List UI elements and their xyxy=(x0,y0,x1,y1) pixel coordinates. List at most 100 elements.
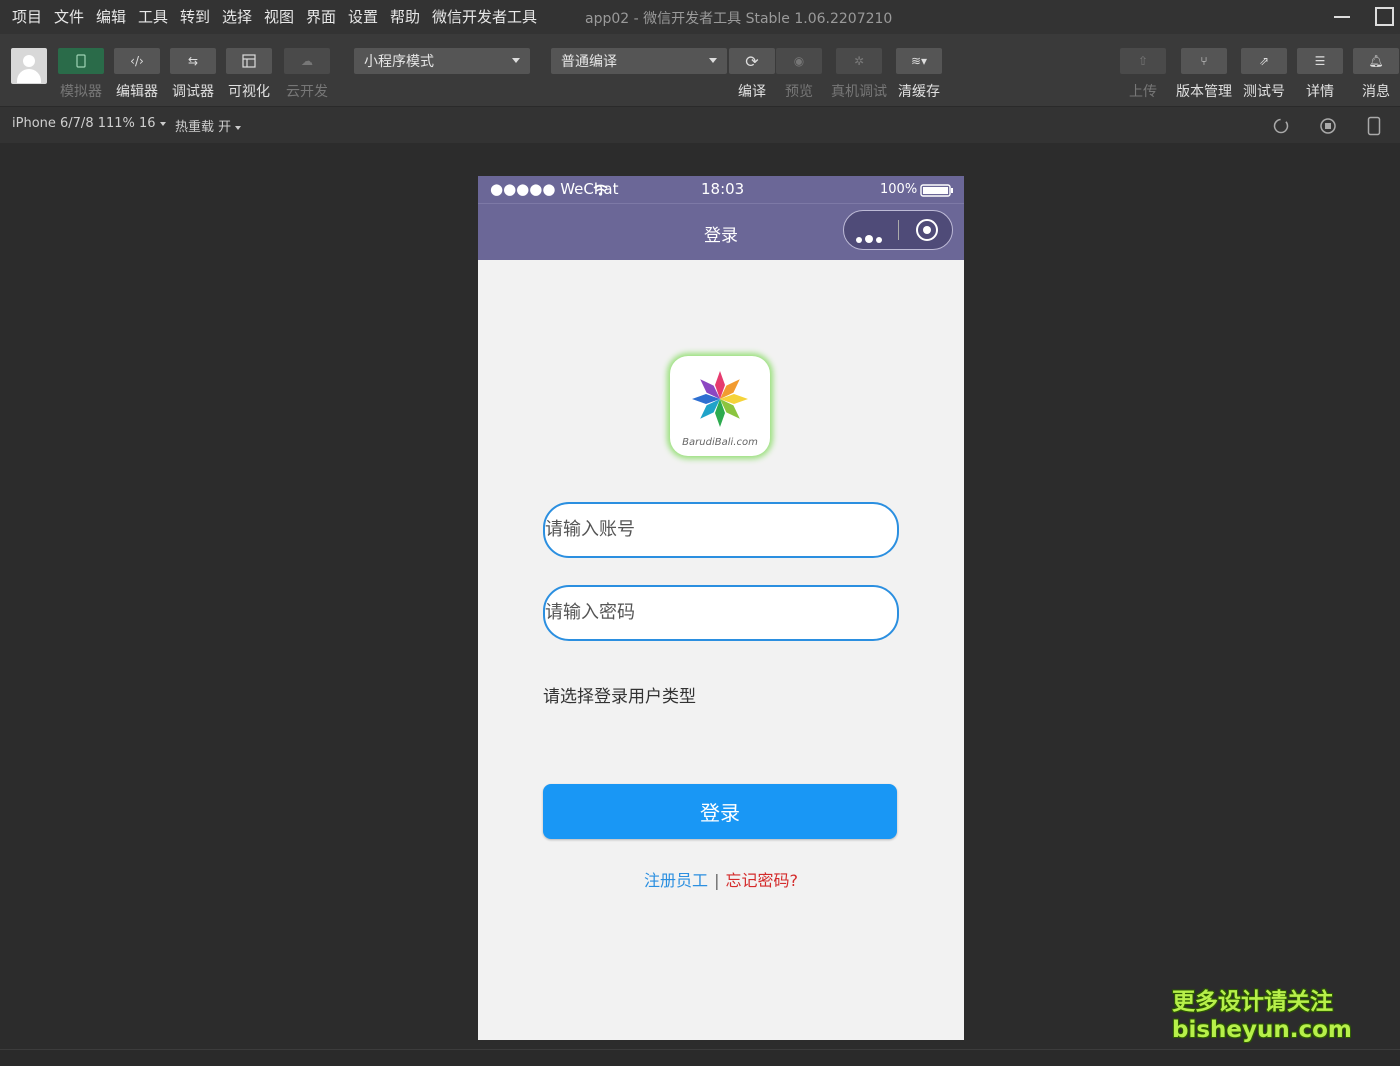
chevron-down-icon xyxy=(512,58,520,63)
editor-button[interactable]: ‹/› xyxy=(114,48,160,74)
menu-bar: 项目 文件 编辑 工具 转到 选择 视图 界面 设置 帮助 微信开发者工具 ap… xyxy=(0,0,1400,34)
user-type-picker[interactable]: 请选择登录用户类型 xyxy=(543,682,696,707)
app-logo: BarudiBali.com xyxy=(670,356,770,456)
test-account-button[interactable]: ⇗ xyxy=(1241,48,1287,74)
menu-select[interactable]: 选择 xyxy=(222,6,252,27)
upload-button[interactable]: ⇧ xyxy=(1120,48,1166,74)
compile-select-value: 普通编译 xyxy=(561,54,617,70)
menu-lines-icon: ☰ xyxy=(1314,54,1326,68)
phone-nav-bar: 登录 xyxy=(478,203,964,260)
editor-label: 编辑器 xyxy=(116,84,158,100)
clear-cache-button[interactable]: ≋▾ xyxy=(896,48,942,74)
refresh-icon: ⟳ xyxy=(745,51,759,71)
link-separator: | xyxy=(714,871,720,890)
debugger-button[interactable]: ⇆ xyxy=(170,48,216,74)
bell-icon: 🔔︎ xyxy=(1368,54,1384,68)
preview-label: 预览 xyxy=(785,84,813,100)
cloud-button[interactable]: ☁ xyxy=(284,48,330,74)
account-input[interactable] xyxy=(545,504,877,554)
password-field[interactable] xyxy=(543,585,899,641)
capsule-menu xyxy=(843,210,953,250)
avatar[interactable] xyxy=(11,48,47,84)
forgot-password-link[interactable]: 忘记密码? xyxy=(725,871,798,890)
device-select-value: iPhone 6/7/8 111% 16 xyxy=(12,116,156,131)
menu-view[interactable]: 视图 xyxy=(264,6,294,27)
phone-screen: ●●●●● WeChat 18:03 100% 登录 BarudiBali.co… xyxy=(478,176,964,1040)
phone-frame-icon[interactable] xyxy=(1367,116,1381,136)
watermark-line1: 更多设计请关注 xyxy=(1172,989,1333,1015)
remote-debug-label: 真机调试 xyxy=(831,84,887,100)
mode-select[interactable]: 小程序模式 xyxy=(354,48,530,74)
wifi-icon xyxy=(593,184,608,196)
menu-project[interactable]: 项目 xyxy=(12,6,42,27)
cloud-label: 云开发 xyxy=(286,84,328,100)
register-link[interactable]: 注册员工 xyxy=(644,871,708,890)
messages-button[interactable]: 🔔︎ xyxy=(1353,48,1399,74)
window-title: app02 - 微信开发者工具 Stable 1.06.2207210 xyxy=(585,11,893,27)
menu-help[interactable]: 帮助 xyxy=(390,6,420,27)
details-label: 详情 xyxy=(1306,84,1334,100)
preview-button[interactable]: ◉ xyxy=(776,48,822,74)
clear-cache-label: 清缓存 xyxy=(898,84,940,100)
stop-icon[interactable] xyxy=(1319,117,1337,135)
menu-wechat-devtools[interactable]: 微信开发者工具 xyxy=(432,6,537,27)
simulator-label: 模拟器 xyxy=(60,84,102,100)
auth-links: 注册员工 | 忘记密码? xyxy=(478,867,964,891)
login-button[interactable]: 登录 xyxy=(543,784,897,839)
visualize-label: 可视化 xyxy=(228,84,270,100)
rotate-icon[interactable] xyxy=(1272,117,1290,135)
menu-file[interactable]: 文件 xyxy=(54,6,84,27)
hot-reload-value: 热重载 开 xyxy=(175,120,232,135)
simulator-bar: iPhone 6/7/8 111% 16 热重载 开 xyxy=(0,106,1400,143)
test-account-label: 测试号 xyxy=(1243,84,1285,100)
watermark: 更多设计请关注 bisheyun.com xyxy=(1172,988,1352,1044)
swap-icon: ⇆ xyxy=(187,54,199,68)
menu-edit[interactable]: 编辑 xyxy=(96,6,126,27)
caret-down-icon xyxy=(159,121,166,126)
battery-icon xyxy=(920,184,953,197)
device-select[interactable]: iPhone 6/7/8 111% 16 xyxy=(12,116,166,131)
toolbar: 模拟器 ‹/› 编辑器 ⇆ 调试器 可视化 ☁ 云开发 小程序模式 普通编译 ⟳… xyxy=(0,34,1400,106)
bottom-status-bar xyxy=(0,1049,1400,1066)
eye-icon: ◉ xyxy=(793,54,805,68)
compile-select[interactable]: 普通编译 xyxy=(551,48,727,74)
menu-interface[interactable]: 界面 xyxy=(306,6,336,27)
version-button[interactable]: ⑂ xyxy=(1181,48,1227,74)
menu-tools[interactable]: 工具 xyxy=(138,6,168,27)
hot-reload-select[interactable]: 热重载 开 xyxy=(175,116,242,135)
branch-icon: ⑂ xyxy=(1200,54,1208,68)
simulator-button[interactable] xyxy=(58,48,104,74)
version-label: 版本管理 xyxy=(1176,84,1232,100)
visualize-button[interactable] xyxy=(226,48,272,74)
capsule-divider xyxy=(898,220,899,240)
layers-icon: ≋▾ xyxy=(910,54,928,68)
upload-icon: ⇧ xyxy=(1137,54,1149,68)
flower-logo-icon xyxy=(692,371,748,427)
minimize-icon[interactable] xyxy=(1334,16,1350,18)
account-field[interactable] xyxy=(543,502,899,558)
menu-settings[interactable]: 设置 xyxy=(348,6,378,27)
maximize-icon[interactable] xyxy=(1375,7,1394,26)
cloud-icon: ☁ xyxy=(301,54,313,68)
password-input[interactable] xyxy=(545,587,877,637)
compile-button[interactable]: ⟳ xyxy=(729,48,775,74)
logo-text: BarudiBali.com xyxy=(682,437,758,448)
chevron-down-icon xyxy=(709,58,717,63)
watermark-line2: bisheyun.com xyxy=(1172,1017,1352,1043)
mode-select-value: 小程序模式 xyxy=(364,54,434,70)
upload-label: 上传 xyxy=(1129,84,1157,100)
external-link-icon: ⇗ xyxy=(1258,54,1270,68)
debugger-label: 调试器 xyxy=(172,84,214,100)
caret-down-icon xyxy=(235,125,242,130)
menu-goto[interactable]: 转到 xyxy=(180,6,210,27)
phone-icon xyxy=(76,54,86,68)
more-dots-icon[interactable] xyxy=(856,228,885,247)
details-button[interactable]: ☰ xyxy=(1297,48,1343,74)
messages-label: 消息 xyxy=(1362,84,1390,100)
remote-debug-button[interactable]: ✲ xyxy=(836,48,882,74)
close-target-icon[interactable] xyxy=(916,219,938,241)
layout-icon xyxy=(242,54,256,68)
bug-icon: ✲ xyxy=(853,54,865,68)
battery-percent: 100% xyxy=(880,182,918,197)
phone-status-bar: ●●●●● WeChat 18:03 100% xyxy=(478,176,964,203)
